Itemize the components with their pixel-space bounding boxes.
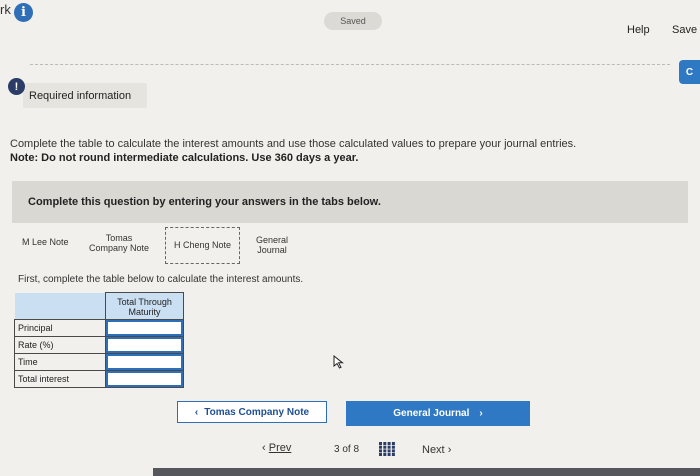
instruction-text: Complete the table to calculate the inte… (10, 138, 577, 150)
next-tab-label: General Journal (393, 408, 470, 419)
table-row: Rate (%) (14, 336, 184, 354)
instruction-note: Note: Do not round intermediate calculat… (10, 152, 359, 164)
panel-intro-text: First, complete the table below to calcu… (18, 274, 304, 285)
tab-label: H Cheng Note (173, 240, 232, 251)
column-header-total-through-maturity: Total Through Maturity (105, 292, 184, 320)
question-header-text: Complete this question by entering your … (28, 196, 381, 208)
total-interest-cell (105, 370, 184, 388)
prev-label: Prev (268, 442, 292, 454)
chevron-right-icon: › (479, 408, 483, 419)
row-label-total-interest: Total interest (14, 370, 106, 388)
tab-h-cheng-note[interactable]: H Cheng Note (165, 227, 240, 264)
tab-general-journal[interactable]: General Journal (256, 235, 288, 256)
prev-tab-button[interactable]: ‹ Tomas Company Note (177, 401, 327, 423)
table-header-row: Total Through Maturity (14, 292, 184, 320)
side-panel-tab[interactable]: C (679, 60, 700, 84)
prev-question-button[interactable]: ‹ Prev (262, 442, 291, 454)
next-question-button[interactable]: Next › (422, 444, 451, 456)
time-input[interactable] (106, 354, 183, 370)
tab-label-line1: Tomas (105, 233, 133, 243)
help-button[interactable]: Help (627, 24, 650, 36)
chevron-right-icon: › (447, 444, 452, 456)
tab-m-lee-note[interactable]: M Lee Note (22, 237, 69, 247)
page-of: of (342, 444, 351, 455)
tab-label-line2: Company Note (89, 243, 150, 254)
info-icon[interactable]: i (14, 3, 33, 22)
column-header-line1: Total Through (117, 296, 172, 307)
app-title-partial: rk (0, 2, 11, 17)
tab-label: M Lee Note (22, 237, 69, 247)
grid-icon[interactable] (379, 442, 395, 456)
table-row: Total interest (14, 370, 184, 388)
required-information-label: Required information (29, 89, 132, 102)
table-header-blank (14, 292, 106, 320)
next-tab-button[interactable]: General Journal › (346, 401, 530, 426)
table-row: Principal (14, 319, 184, 337)
table-row: Time (14, 353, 184, 371)
required-information-box[interactable]: Required information (23, 83, 147, 108)
alert-icon: ! (8, 78, 25, 95)
total-interest-input[interactable] (106, 371, 183, 387)
column-header-line2: Maturity (128, 307, 161, 317)
chevron-left-icon: ‹ (194, 406, 199, 418)
principal-cell (105, 319, 184, 337)
tab-label-line1: General (256, 235, 289, 245)
page-current: 3 (334, 444, 340, 455)
page-counter: 3 of 8 (334, 444, 359, 455)
principal-input[interactable] (106, 320, 183, 336)
time-cell (105, 353, 184, 371)
row-label-time: Time (14, 353, 106, 371)
rate-input[interactable] (106, 337, 183, 353)
interest-table: Total Through Maturity Principal Rate (%… (14, 292, 184, 388)
mouse-cursor-icon (333, 355, 344, 369)
next-label: Next (422, 444, 445, 456)
row-label-principal: Principal (14, 319, 106, 337)
prev-tab-label: Tomas Company Note (204, 406, 310, 418)
tab-tomas-company-note[interactable]: Tomas Company Note (89, 233, 149, 254)
row-label-rate: Rate (%) (14, 336, 106, 354)
save-button[interactable]: Save (672, 24, 697, 36)
rate-cell (105, 336, 184, 354)
header-divider (30, 64, 670, 65)
tab-label-line2: Journal (257, 245, 287, 256)
saved-status-badge: Saved (324, 12, 382, 30)
page-total: 8 (353, 444, 360, 455)
bottom-bar (153, 468, 700, 476)
chevron-left-icon: ‹ (262, 442, 266, 454)
